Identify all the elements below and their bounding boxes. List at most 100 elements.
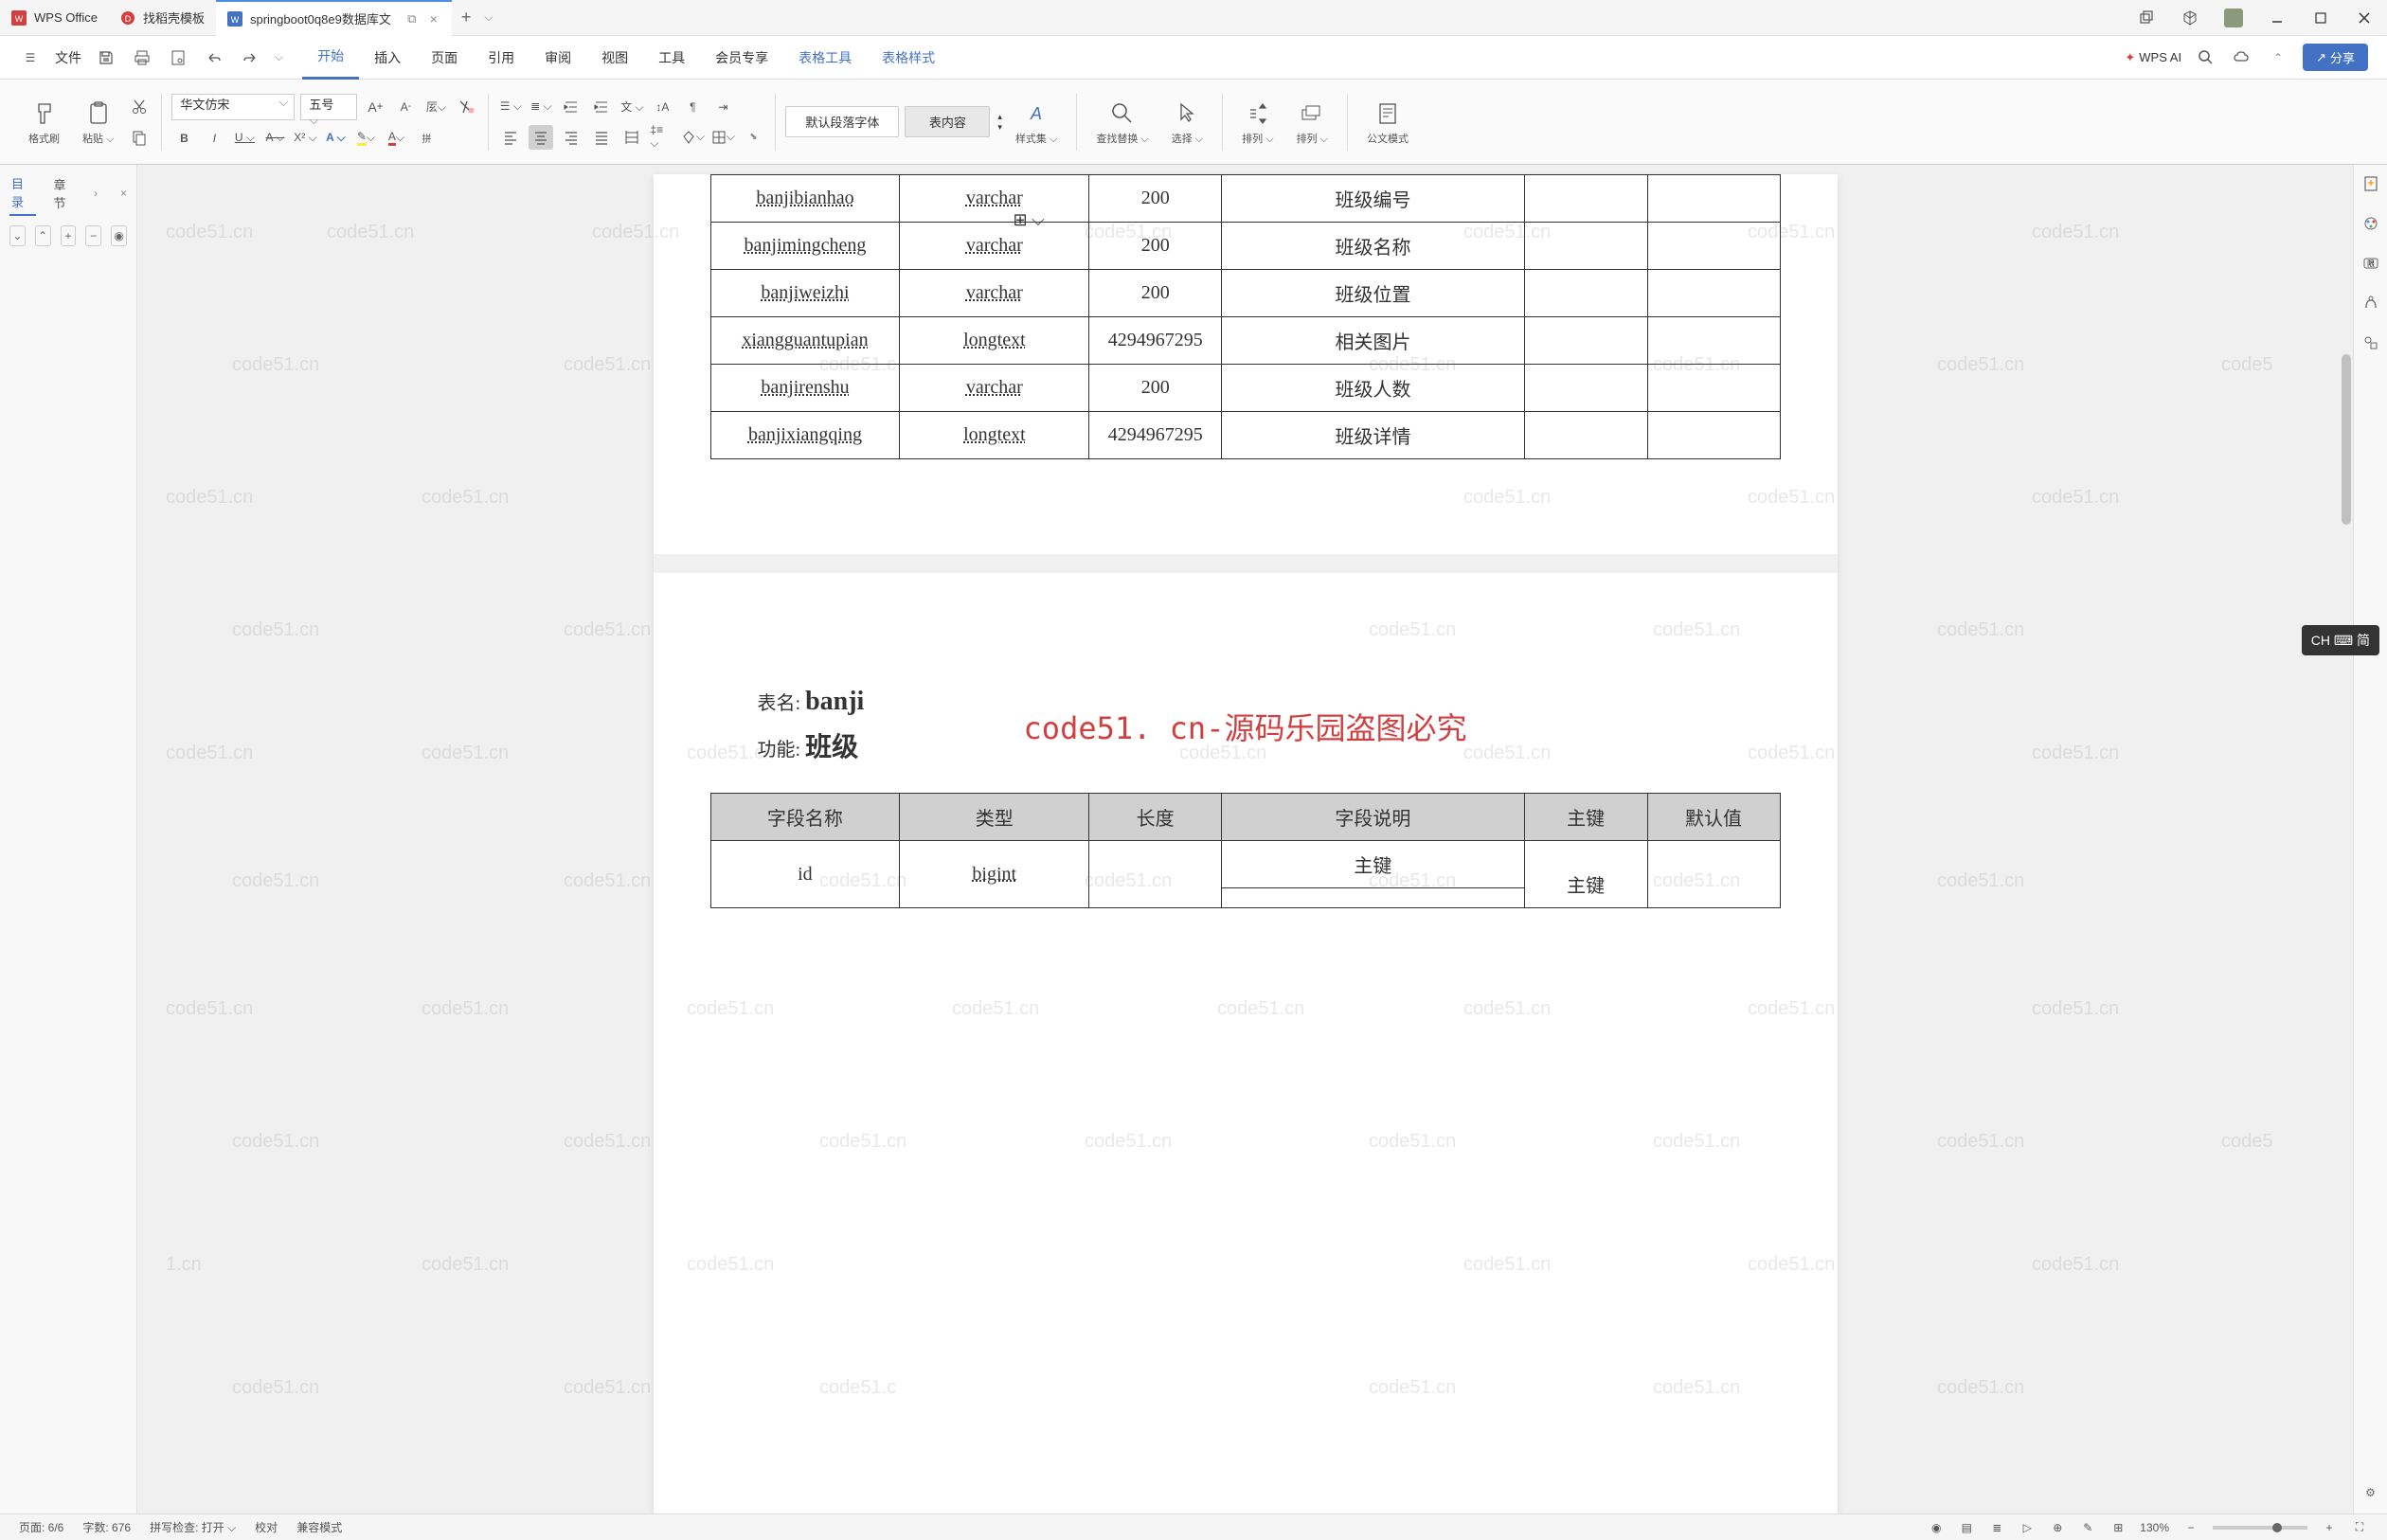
show-marks-icon[interactable]: ¶ [680, 95, 705, 119]
status-fit-icon[interactable]: ⛶ [2351, 1519, 2368, 1536]
select-button[interactable]: 选择 ⌵ [1172, 98, 1203, 146]
sidebar-add-icon[interactable]: + [61, 225, 77, 246]
line-spacing-icon[interactable]: ‡≡ ⌵ [650, 125, 674, 150]
style-set-button[interactable]: A 样式集 ⌵ [1015, 98, 1057, 146]
document-area[interactable]: code51.cn code51.cn code51.cn code51.cn … [137, 165, 2353, 1513]
cloud-icon[interactable] [2231, 46, 2253, 69]
status-proof[interactable]: 校对 [255, 1519, 278, 1535]
menu-tab-page[interactable]: 页面 [416, 37, 473, 79]
print-icon[interactable] [131, 46, 153, 69]
file-menu[interactable]: 文件 [55, 48, 81, 67]
style-scroll-up-icon[interactable]: ▴ [997, 112, 1002, 122]
paste-button[interactable]: 粘贴 ⌵ [82, 98, 114, 146]
align-right-icon[interactable] [559, 125, 583, 150]
highlight-icon[interactable]: ✎ ⌵ [353, 126, 378, 151]
sidebar-close-icon[interactable]: × [120, 187, 127, 200]
status-eye-icon[interactable]: ◉ [1928, 1519, 1945, 1536]
tab-template[interactable]: D 找稻壳模板 [109, 0, 216, 36]
data-table-2[interactable]: 字段名称 类型 长度 字段说明 主键 默认值 id bigint 主键 主键 [710, 793, 1781, 908]
font-color-icon[interactable]: A ⌵ [384, 126, 408, 151]
menu-tab-insert[interactable]: 插入 [359, 37, 416, 79]
increase-font-icon[interactable]: A+ [363, 95, 387, 119]
decrease-font-icon[interactable]: A- [393, 95, 418, 119]
sidebar-down-icon[interactable]: ⌄ [9, 225, 26, 246]
status-words[interactable]: 字数: 676 [82, 1519, 131, 1535]
format-brush-button[interactable]: 格式刷 [28, 98, 60, 146]
sort-text-icon[interactable]: ↕A [650, 95, 674, 119]
menu-tab-start[interactable]: 开始 [302, 35, 359, 80]
align-center-icon[interactable] [529, 125, 553, 150]
zoom-out-icon[interactable]: − [2182, 1519, 2199, 1536]
borders-icon[interactable]: ⌵ [710, 125, 735, 150]
superscript-icon[interactable]: X² ⌵ [293, 126, 317, 151]
status-pen-icon[interactable]: ✎ [2079, 1519, 2096, 1536]
table-content-style[interactable]: 表内容 [905, 106, 990, 137]
data-table-1[interactable]: banjibianhaovarchar200班级编号 banjimingchen… [710, 174, 1781, 459]
rs-assistant-icon[interactable] [2360, 292, 2382, 314]
copy-icon[interactable] [127, 125, 152, 150]
vertical-scrollbar[interactable] [2340, 165, 2353, 1513]
style-scroll-down-icon[interactable]: ▾ [997, 122, 1002, 133]
save-icon[interactable] [95, 46, 117, 69]
number-list-icon[interactable]: ≣ ⌵ [529, 95, 553, 119]
search-icon[interactable] [2195, 46, 2217, 69]
close-window-icon[interactable] [2351, 5, 2378, 31]
status-page[interactable]: 页面: 6/6 [19, 1519, 63, 1535]
rs-limit-icon[interactable]: 限 [2360, 252, 2382, 275]
menu-tab-view[interactable]: 视图 [586, 37, 643, 79]
avatar-icon[interactable] [2220, 5, 2247, 31]
default-para-style[interactable]: 默认段落字体 [785, 106, 899, 137]
sidebar-tab-chapter[interactable]: 章节 [51, 171, 78, 215]
window-multi-icon[interactable] [2133, 5, 2160, 31]
align-left-icon[interactable] [498, 125, 523, 150]
menu-tab-table-style[interactable]: 表格样式 [867, 37, 950, 79]
font-name-select[interactable]: 华文仿宋⌵ [171, 94, 295, 120]
menu-tab-tools[interactable]: 工具 [643, 37, 700, 79]
status-spell[interactable]: 拼写检查: 打开 ⌵ [150, 1519, 236, 1535]
increase-indent-icon[interactable] [589, 95, 614, 119]
tab-icon[interactable]: ⇥ [710, 95, 735, 119]
status-play-icon[interactable]: ▷ [2019, 1519, 2036, 1536]
sidebar-remove-icon[interactable]: − [85, 225, 101, 246]
rs-new-icon[interactable] [2360, 172, 2382, 195]
strikethrough-icon[interactable]: A ⌵ [262, 126, 287, 151]
scrollbar-thumb[interactable] [2342, 354, 2351, 525]
undo-icon[interactable] [203, 46, 225, 69]
rs-element-icon[interactable] [2360, 331, 2382, 354]
rs-style-icon[interactable] [2360, 212, 2382, 235]
tab-document[interactable]: W springboot0q8e9数据库文 ⧉ × [216, 0, 452, 36]
rs-settings-icon[interactable]: ⚙ [2360, 1481, 2382, 1504]
zoom-value[interactable]: 130% [2140, 1521, 2169, 1534]
menu-tab-reference[interactable]: 引用 [473, 37, 529, 79]
italic-icon[interactable]: I [202, 126, 226, 151]
sidebar-tab-toc[interactable]: 目录 [9, 170, 36, 216]
decrease-indent-icon[interactable] [559, 95, 583, 119]
minimize-icon[interactable] [2264, 5, 2290, 31]
sidebar-expand-icon[interactable]: › [94, 187, 98, 200]
menu-hamburger-icon[interactable]: ☰ [19, 46, 42, 69]
zoom-slider[interactable] [2213, 1526, 2307, 1530]
qat-chevron-icon[interactable]: ⌵ [275, 50, 283, 64]
add-tab-button[interactable]: + [452, 8, 481, 27]
clear-format-icon[interactable] [454, 95, 478, 119]
status-layout2-icon[interactable]: ≣ [1988, 1519, 2005, 1536]
menu-tab-member[interactable]: 会员专享 [700, 37, 783, 79]
font-size-select[interactable]: 五号 ⌵ [300, 94, 357, 120]
share-button[interactable]: ↗ 分享 [2303, 44, 2368, 71]
shading-icon[interactable]: ⌵ [680, 125, 705, 150]
para-dialog-icon[interactable]: ⬊ [741, 125, 765, 150]
close-tab-icon[interactable]: × [427, 12, 440, 26]
preview-icon[interactable] [167, 46, 189, 69]
status-grid-icon[interactable]: ⊞ [2109, 1519, 2127, 1536]
text-effect-icon[interactable]: A ⌵ [323, 126, 348, 151]
tab-wps-office[interactable]: W WPS Office [0, 0, 109, 36]
align-justify-icon[interactable] [589, 125, 614, 150]
asian-layout-icon[interactable]: 文 ⌵ [619, 95, 644, 119]
sidebar-eye-icon[interactable]: ◉ [111, 225, 127, 246]
split-icon[interactable]: ⧉ [404, 11, 420, 27]
fullscreen-button[interactable]: 公文模式 [1367, 98, 1409, 146]
arrange-button[interactable]: 排列 ⌵ [1242, 98, 1273, 146]
bullet-list-icon[interactable]: ☰ ⌵ [498, 95, 523, 119]
underline-icon[interactable]: U ⌵ [232, 126, 257, 151]
align-distribute-icon[interactable] [619, 125, 644, 150]
